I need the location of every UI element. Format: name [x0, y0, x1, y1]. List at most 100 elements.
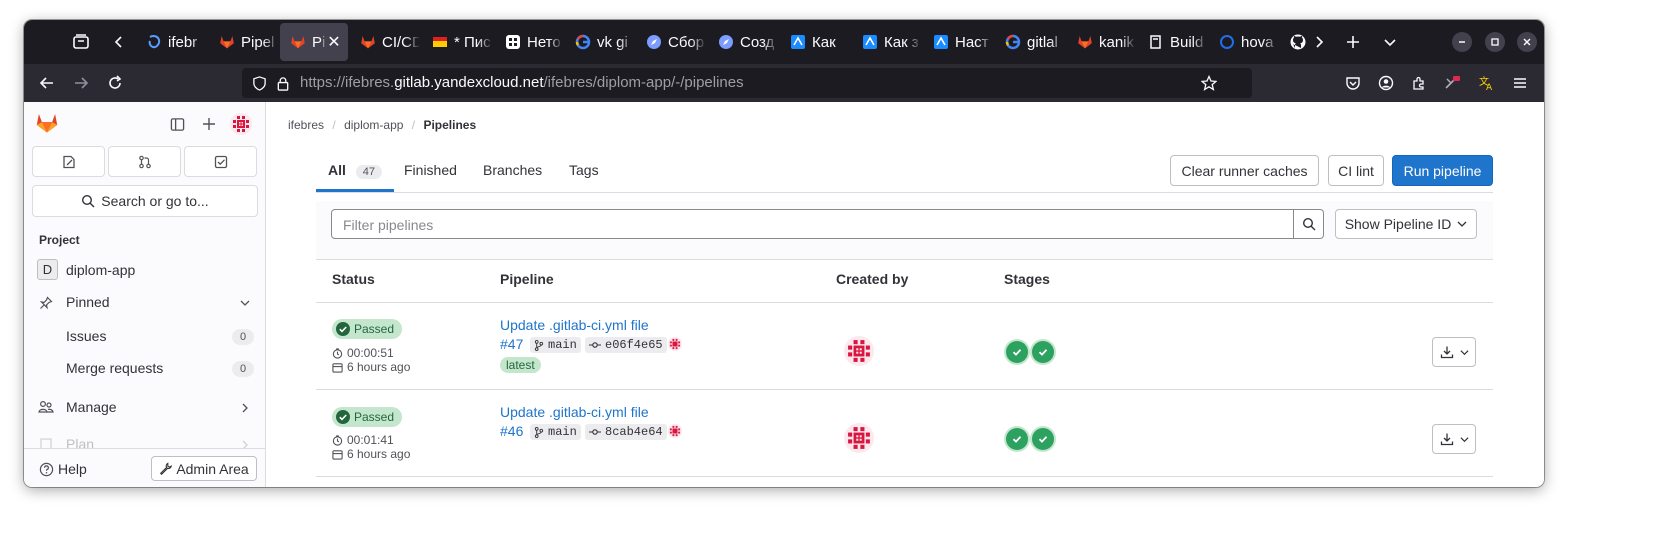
reload-icon[interactable]	[104, 72, 126, 94]
browser-tab[interactable]: Как	[780, 23, 850, 61]
download-artifacts-button[interactable]	[1432, 337, 1476, 367]
branch-ref-chip[interactable]: main	[530, 337, 581, 353]
back-icon[interactable]	[36, 72, 58, 94]
chevron-right-icon[interactable]	[238, 401, 252, 415]
status-badge[interactable]: Passed	[332, 319, 403, 339]
browser-tab[interactable]: gitlal	[995, 23, 1065, 61]
collapse-sidebar-icon[interactable]	[167, 114, 187, 134]
list-all-tabs-icon[interactable]	[1379, 31, 1401, 53]
pocket-icon[interactable]	[1342, 72, 1364, 94]
extensions-icon[interactable]	[1408, 72, 1430, 94]
google-favicon-icon	[1005, 34, 1021, 50]
pipeline-id-link[interactable]: #46	[500, 423, 523, 439]
column-header-created-by: Created by	[836, 271, 909, 287]
breadcrumb-separator: /	[411, 118, 416, 132]
pipeline-id-link[interactable]: #47	[500, 336, 523, 352]
help-button[interactable]: Help	[58, 461, 87, 477]
commit-author-avatar[interactable]	[668, 337, 682, 351]
breadcrumb-pipelines[interactable]: Pipelines	[423, 118, 476, 132]
stage-status-passed[interactable]	[1032, 428, 1054, 450]
merge-requests-button[interactable]	[108, 146, 181, 177]
browser-tab[interactable]	[1280, 23, 1308, 61]
tab-finished[interactable]: Finished	[404, 162, 457, 178]
user-avatar[interactable]	[230, 113, 252, 135]
new-tab-icon[interactable]	[1342, 31, 1364, 53]
blocker-extension-icon[interactable]	[1441, 72, 1463, 94]
chevron-right-icon[interactable]	[238, 438, 252, 448]
bookmark-star-icon[interactable]	[1198, 72, 1220, 94]
close-tab-icon[interactable]: ✕	[326, 32, 342, 52]
help-icon[interactable]	[38, 461, 54, 477]
scroll-tabs-left-icon[interactable]	[108, 31, 130, 53]
search-or-go-to-button[interactable]: Search or go to...	[32, 185, 258, 217]
account-icon[interactable]	[1375, 72, 1397, 94]
browser-tab[interactable]: Созд	[708, 23, 778, 61]
sidebar-item-issues[interactable]: Issues	[66, 328, 106, 344]
sidebar-item-manage[interactable]: Manage	[66, 399, 117, 415]
browser-tab-label: Сбор	[668, 33, 705, 51]
clear-runner-caches-button[interactable]: Clear runner caches	[1170, 155, 1319, 186]
filter-search-button[interactable]	[1294, 209, 1324, 239]
commit-sha-chip[interactable]: e06f4e65	[585, 337, 667, 353]
stage-status-passed[interactable]	[1006, 341, 1028, 363]
browser-tab[interactable]: Наст	[923, 23, 993, 61]
stage-status-passed[interactable]	[1032, 341, 1054, 363]
browser-tab[interactable]: Сбор	[636, 23, 706, 61]
shield-icon[interactable]	[248, 72, 270, 94]
admin-area-button[interactable]: Admin Area	[151, 456, 257, 481]
minimize-icon[interactable]	[1452, 32, 1472, 52]
tab-tags[interactable]: Tags	[569, 162, 599, 178]
commit-author-avatar[interactable]	[668, 424, 682, 438]
close-window-icon[interactable]	[1517, 32, 1537, 52]
translate-extension-icon[interactable]: 文A	[1475, 72, 1497, 94]
breadcrumb-ifebres[interactable]: ifebres	[288, 118, 324, 132]
pipeline-commit-title-link[interactable]: Update .gitlab-ci.yml file	[500, 317, 649, 333]
browser-tab[interactable]: Build	[1138, 23, 1207, 61]
browser-tab[interactable]: Как з	[852, 23, 921, 61]
todo-list-button[interactable]	[184, 146, 257, 177]
firefox-view-icon[interactable]	[70, 31, 92, 53]
browser-tab[interactable]: Pip✕	[280, 23, 348, 61]
hamburger-menu-icon[interactable]	[1509, 72, 1531, 94]
create-new-icon[interactable]	[199, 114, 219, 134]
creator-avatar[interactable]	[844, 336, 874, 366]
lock-icon[interactable]	[272, 72, 294, 94]
breadcrumb-diplom-app[interactable]: diplom-app	[344, 118, 403, 132]
show-pipeline-id-dropdown[interactable]: Show Pipeline ID	[1335, 209, 1477, 239]
branch-ref-chip[interactable]: main	[530, 424, 581, 440]
scroll-tabs-right-icon[interactable]	[1308, 31, 1330, 53]
browser-tab[interactable]: kanik	[1067, 23, 1136, 61]
browser-tab[interactable]: vk gi	[565, 23, 634, 61]
filter-pipelines-input[interactable]: Filter pipelines	[331, 209, 1294, 239]
gitlab-logo-icon[interactable]	[34, 110, 60, 136]
creator-avatar[interactable]	[844, 423, 874, 453]
ci-lint-button[interactable]: CI lint	[1328, 155, 1384, 186]
stage-status-passed[interactable]	[1006, 428, 1028, 450]
browser-tab[interactable]: ifebr	[136, 23, 206, 61]
browser-tab[interactable]: * Пис	[422, 23, 493, 61]
browser-tab[interactable]: hova	[1209, 23, 1278, 61]
url-bar[interactable]: https://ifebres.gitlab.yandexcloud.net/i…	[242, 68, 1252, 98]
maximize-icon[interactable]	[1485, 32, 1505, 52]
sidebar-item-plan[interactable]: Plan	[66, 436, 94, 448]
forward-icon[interactable]	[70, 72, 92, 94]
commit-sha-chip[interactable]: 8cab4e64	[585, 424, 667, 440]
status-badge[interactable]: Passed	[332, 407, 403, 427]
run-pipeline-button[interactable]: Run pipeline	[1392, 155, 1493, 186]
browser-tab-label: Как з	[884, 33, 919, 51]
sidebar-section-pinned[interactable]: Pinned	[66, 294, 110, 310]
download-artifacts-button[interactable]	[1432, 424, 1476, 454]
browser-tab[interactable]: Pipel	[209, 23, 278, 61]
url-text[interactable]: https://ifebres.gitlab.yandexcloud.net/i…	[300, 74, 744, 91]
download-icon	[1440, 433, 1453, 446]
assigned-issues-button[interactable]	[32, 146, 105, 177]
tab-all[interactable]: All 47	[328, 162, 383, 179]
pipeline-commit-title-link[interactable]: Update .gitlab-ci.yml file	[500, 404, 649, 420]
browser-tab[interactable]: Нето	[495, 23, 563, 61]
browser-tab[interactable]: CI/CD	[350, 23, 420, 61]
breadcrumb: ifebres / diplom-app / Pipelines	[288, 118, 476, 132]
tab-branches[interactable]: Branches	[483, 162, 542, 178]
sidebar-item-merge-requests[interactable]: Merge requests	[66, 360, 163, 376]
chevron-down-icon[interactable]	[238, 296, 252, 310]
sidebar-item-project[interactable]: diplom-app	[66, 262, 135, 278]
